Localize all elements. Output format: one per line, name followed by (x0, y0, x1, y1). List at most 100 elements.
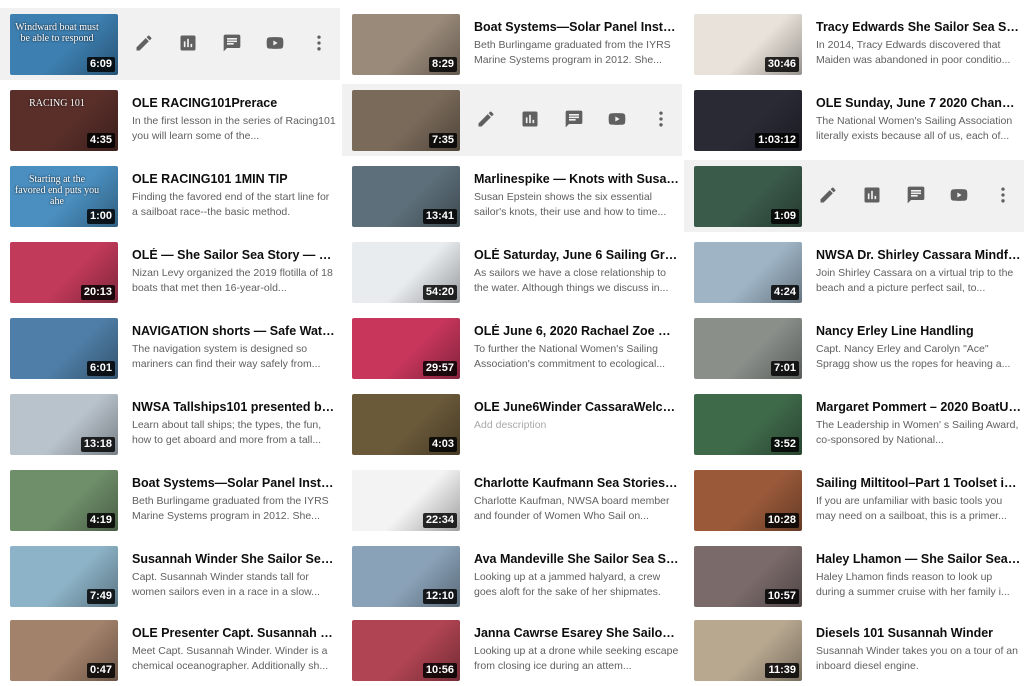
video-thumbnail[interactable]: 11:39 (694, 620, 802, 681)
comments-button[interactable] (220, 31, 244, 55)
more-vert-button[interactable] (649, 107, 673, 131)
pencil-button[interactable] (816, 183, 840, 207)
analytics-button[interactable] (860, 183, 884, 207)
video-thumbnail[interactable]: 1:03:12 (694, 90, 802, 151)
video-title[interactable]: Haley Lhamon — She Sailor Sea Story ... (816, 552, 1021, 566)
video-thumbnail[interactable]: 22:34 (352, 470, 460, 531)
video-title[interactable]: Charlotte Kaufmann Sea Stories June ... (474, 476, 679, 490)
video-row[interactable]: 10:28 Sailing Miltitool–Part 1 Toolset in… (684, 464, 1024, 536)
more-vert-button[interactable] (307, 31, 331, 55)
video-thumbnail[interactable]: 4:03 (352, 394, 460, 455)
video-row[interactable]: 1:09 (684, 160, 1024, 232)
comments-button[interactable] (904, 183, 928, 207)
video-thumbnail[interactable]: 6:01 (10, 318, 118, 379)
video-row[interactable]: 13:18 NWSA Tallships101 presented by Sus.… (0, 388, 340, 460)
video-title[interactable]: OLE June6Winder CassaraWelcome (474, 400, 679, 414)
video-thumbnail[interactable]: 54:20 (352, 242, 460, 303)
video-thumbnail[interactable]: 13:41 (352, 166, 460, 227)
video-row[interactable]: 10:56 Janna Cawrse Esarey She Sailor Sea … (342, 614, 682, 686)
video-row[interactable]: 4:19 Boat Systems—Solar Panel Installatio… (0, 464, 340, 536)
video-thumbnail[interactable]: 4:19 (10, 470, 118, 531)
video-thumbnail[interactable]: 3:52 (694, 394, 802, 455)
video-row[interactable]: 54:20 OLÉ Saturday, June 6 Sailing Green … (342, 236, 682, 308)
video-thumbnail[interactable]: 10:56 (352, 620, 460, 681)
pencil-button[interactable] (474, 107, 498, 131)
video-thumbnail[interactable]: 12:10 (352, 546, 460, 607)
video-thumbnail[interactable]: 8:29 (352, 14, 460, 75)
video-title[interactable]: Sailing Miltitool–Part 1 Toolset in your… (816, 476, 1021, 490)
video-row[interactable]: 20:13 OLÉ — She Sailor Sea Story — Unchar… (0, 236, 340, 308)
more-vert-button[interactable] (991, 183, 1015, 207)
video-row[interactable]: 0:47 OLE Presenter Capt. Susannah Winder M… (0, 614, 340, 686)
video-title[interactable]: NWSA Tallships101 presented by Sus... (132, 400, 337, 414)
youtube-button[interactable] (947, 183, 971, 207)
analytics-button[interactable] (176, 31, 200, 55)
video-title[interactable]: Marlinespike — Knots with Susan Epst... (474, 172, 679, 186)
video-thumbnail[interactable]: Windward boat must be able to respond 6:0… (10, 14, 118, 75)
video-row[interactable]: Windward boat must be able to respond 6:0… (0, 8, 340, 80)
video-thumbnail[interactable]: 30:46 (694, 14, 802, 75)
add-description-link[interactable]: Add description (474, 418, 679, 433)
video-thumbnail[interactable]: 7:35 (352, 90, 460, 151)
video-row[interactable]: 6:01 NAVIGATION shorts — Safe Water Buo..… (0, 312, 340, 384)
video-row[interactable]: 3:52 Margaret Pommert – 2020 BoatUS/N... T… (684, 388, 1024, 460)
video-title[interactable]: Tracy Edwards She Sailor Sea Stories ... (816, 20, 1021, 34)
video-description: The navigation system is designed so mar… (132, 343, 321, 370)
video-thumbnail[interactable]: 7:49 (10, 546, 118, 607)
video-thumbnail[interactable]: 13:18 (10, 394, 118, 455)
video-row[interactable]: 22:34 Charlotte Kaufmann Sea Stories June… (342, 464, 682, 536)
video-row[interactable]: 29:57 OLÉ June 6, 2020 Rachael Zoe Miller… (342, 312, 682, 384)
video-thumbnail[interactable]: 0:47 (10, 620, 118, 681)
video-title[interactable]: Nancy Erley Line Handling (816, 324, 1021, 338)
video-title[interactable]: Margaret Pommert – 2020 BoatUS/N... (816, 400, 1021, 414)
video-title[interactable]: NAVIGATION shorts — Safe Water Buo... (132, 324, 337, 338)
video-title[interactable]: Janna Cawrse Esarey She Sailor Sea S... (474, 626, 679, 640)
video-column: Windward boat must be able to respond 6:0… (0, 0, 340, 681)
video-title[interactable]: Boat Systems—Solar Panel Installatio... (474, 20, 679, 34)
video-title[interactable]: OLÉ Saturday, June 6 Sailing Green on... (474, 248, 679, 262)
video-row[interactable]: 4:03 OLE June6Winder CassaraWelcome Add de… (342, 388, 682, 460)
video-title[interactable]: OLE Presenter Capt. Susannah Winder (132, 626, 337, 640)
video-title[interactable]: OLE Sunday, June 7 2020 Changing S... (816, 96, 1021, 110)
video-thumbnail[interactable]: 20:13 (10, 242, 118, 303)
video-row[interactable]: 30:46 Tracy Edwards She Sailor Sea Storie… (684, 8, 1024, 80)
video-row[interactable]: Starting at the favored end puts you ahe… (0, 160, 340, 232)
duration-badge: 4:19 (86, 513, 115, 528)
video-thumbnail[interactable]: 1:09 (694, 166, 802, 227)
video-row[interactable]: 7:35 (342, 84, 682, 156)
video-thumbnail[interactable]: RACING 101 4:35 (10, 90, 118, 151)
video-thumbnail[interactable]: 10:28 (694, 470, 802, 531)
pencil-button[interactable] (132, 31, 156, 55)
video-title[interactable]: NWSA Dr. Shirley Cassara Mindfulnes... (816, 248, 1021, 262)
video-title[interactable]: Boat Systems—Solar Panel Installatio... (132, 476, 337, 490)
video-row[interactable]: 7:01 Nancy Erley Line Handling Capt. Nancy… (684, 312, 1024, 384)
video-row[interactable]: 7:49 Susannah Winder She Sailor Sea Story… (0, 540, 340, 612)
video-title[interactable]: OLÉ — She Sailor Sea Story — Unchart... (132, 248, 337, 262)
video-thumbnail[interactable]: 29:57 (352, 318, 460, 379)
comments-button[interactable] (562, 107, 586, 131)
video-row[interactable]: RACING 101 4:35 OLE RACING101Prerace In the… (0, 84, 340, 156)
video-title[interactable]: OLE RACING101 1MIN TIP (132, 172, 337, 186)
video-title[interactable]: Ava Mandeville She Sailor Sea Story (474, 552, 679, 566)
video-row[interactable]: 13:41 Marlinespike — Knots with Susan Eps… (342, 160, 682, 232)
video-title[interactable]: OLÉ June 6, 2020 Rachael Zoe Miller k... (474, 324, 679, 338)
analytics-button[interactable] (518, 107, 542, 131)
video-row[interactable]: 12:10 Ava Mandeville She Sailor Sea Story… (342, 540, 682, 612)
youtube-button[interactable] (263, 31, 287, 55)
video-title[interactable]: Susannah Winder She Sailor Sea Story... (132, 552, 337, 566)
video-description: Join Shirley Cassara on a virtual trip t… (816, 267, 1014, 294)
video-row[interactable]: 4:24 NWSA Dr. Shirley Cassara Mindfulnes.… (684, 236, 1024, 308)
video-row[interactable]: 11:39 Diesels 101 Susannah Winder Susannah… (684, 614, 1024, 686)
video-thumbnail[interactable]: 4:24 (694, 242, 802, 303)
video-row[interactable]: 1:03:12 OLE Sunday, June 7 2020 Changing … (684, 84, 1024, 156)
comments-icon (564, 109, 584, 129)
video-thumbnail[interactable]: 10:57 (694, 546, 802, 607)
video-title[interactable]: OLE RACING101Prerace (132, 96, 337, 110)
youtube-button[interactable] (605, 107, 629, 131)
video-thumbnail[interactable]: Starting at the favored end puts you ahe… (10, 166, 118, 227)
video-title[interactable]: Diesels 101 Susannah Winder (816, 626, 1021, 640)
video-row[interactable]: 8:29 Boat Systems—Solar Panel Installatio… (342, 8, 682, 80)
analytics-icon (862, 185, 882, 205)
video-row[interactable]: 10:57 Haley Lhamon — She Sailor Sea Story… (684, 540, 1024, 612)
video-thumbnail[interactable]: 7:01 (694, 318, 802, 379)
